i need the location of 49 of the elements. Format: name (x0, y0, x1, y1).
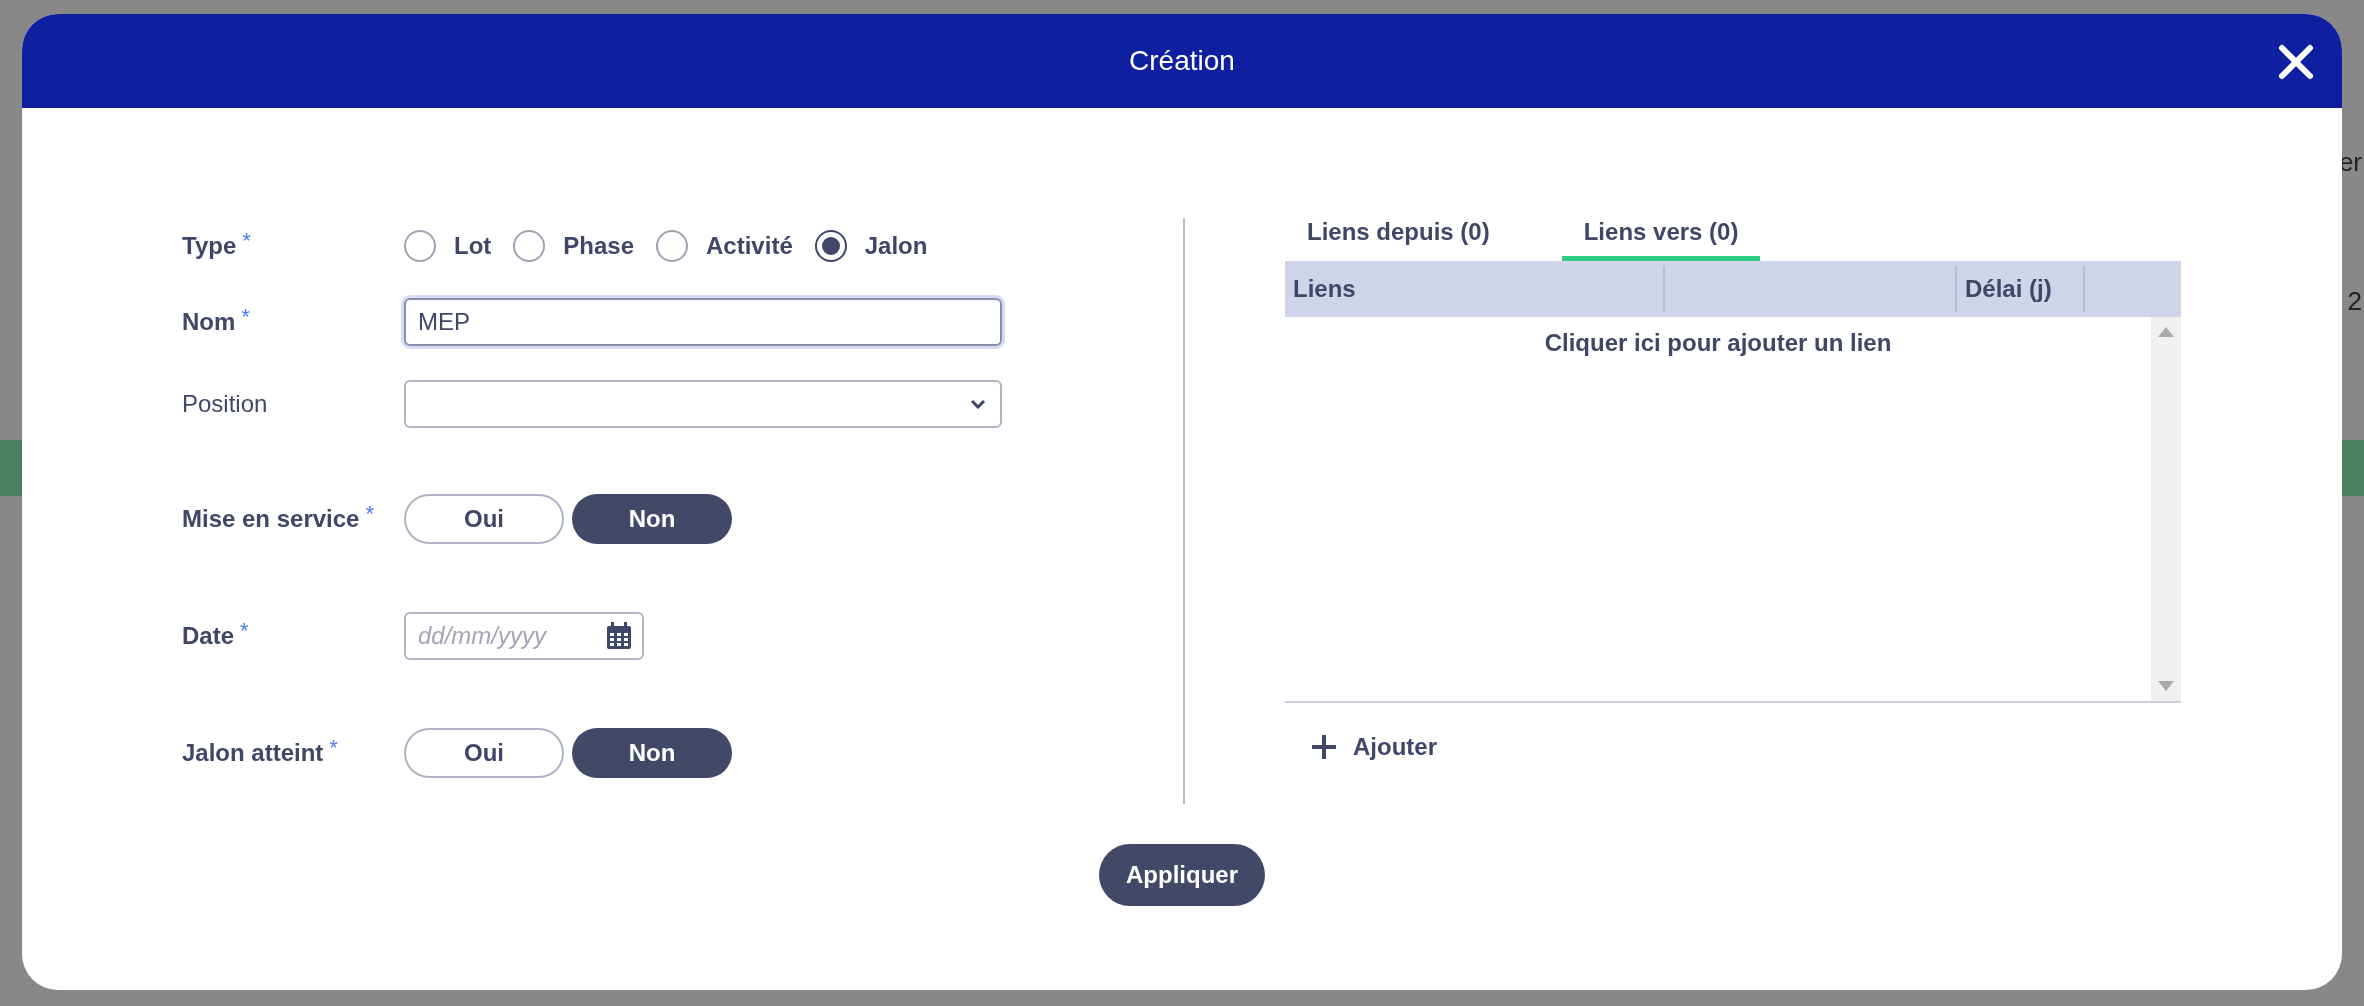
radio-option[interactable]: Jalon (814, 228, 928, 264)
field-label: Mise en service (182, 504, 360, 534)
radio-label: Jalon (864, 231, 928, 261)
chevron-down-icon (970, 399, 986, 409)
field-label: Jalon atteint (182, 738, 324, 768)
required-mark: * (240, 617, 249, 645)
add-button[interactable]: Ajouter (1311, 729, 1437, 765)
radio-button[interactable] (656, 230, 689, 262)
calendar-icon (606, 622, 632, 650)
scrollbar[interactable] (2151, 317, 2181, 701)
date-input[interactable]: dd/mm/yyyy (418, 618, 606, 654)
toggle-option[interactable]: Non (572, 494, 732, 544)
dialog-title: Création (1129, 44, 1235, 78)
close-button[interactable] (2276, 42, 2316, 82)
scroll-down-icon[interactable] (2158, 681, 2174, 691)
required-mark: * (329, 734, 338, 762)
highlighted-row (2342, 440, 2364, 496)
required-mark: * (365, 500, 374, 528)
radio-label: Activité (706, 231, 793, 261)
field-label: Nom (182, 307, 236, 337)
required-mark: * (241, 303, 250, 331)
field-label: Date (182, 621, 235, 651)
radio-button[interactable] (513, 230, 546, 262)
tab[interactable]: Liens depuis (0) (1285, 214, 1512, 261)
name-field[interactable]: MEP (404, 298, 1002, 346)
radio-button[interactable] (814, 230, 847, 262)
toggle-option[interactable]: Oui (404, 494, 564, 544)
required-mark: * (242, 227, 251, 255)
scroll-up-icon[interactable] (2158, 327, 2174, 337)
radio-option[interactable]: Phase (513, 228, 635, 264)
apply-button[interactable]: Appliquer (1099, 844, 1265, 906)
row-text: 2 (2347, 285, 2362, 318)
toggle-option[interactable]: Oui (404, 728, 564, 778)
field-label: Type (182, 231, 237, 261)
field-label: Position (182, 389, 268, 419)
column-header: Liens (1293, 274, 1356, 304)
radio-option[interactable]: Activité (656, 228, 793, 264)
column-header: Délai (j) (1965, 274, 2052, 304)
plus-icon (1311, 734, 1337, 760)
close-icon (2278, 44, 2314, 80)
empty-table-message[interactable]: Cliquer ici pour ajouter un lien (1544, 325, 1892, 357)
position-dropdown[interactable] (404, 380, 1002, 428)
radio-option[interactable]: Lot (404, 228, 492, 264)
highlighted-row (0, 440, 22, 496)
date-field[interactable]: dd/mm/yyyy (404, 612, 644, 660)
radio-button[interactable] (404, 230, 436, 262)
radio-label: Lot (454, 231, 492, 261)
radio-label: Phase (563, 231, 635, 261)
toggle-option[interactable]: Non (572, 728, 732, 778)
